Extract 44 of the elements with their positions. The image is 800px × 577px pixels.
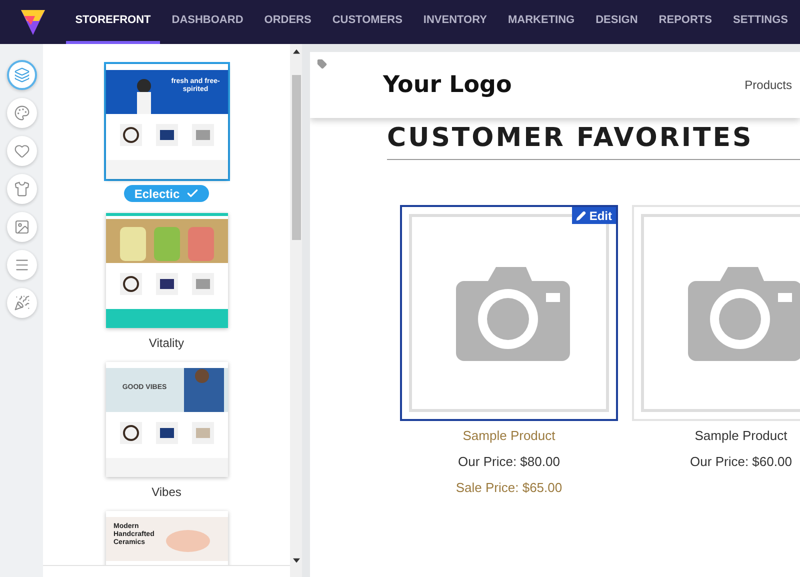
nav-tab[interactable]: REPORTS [650,0,721,44]
template-name: Vibes [152,484,182,500]
sidebar-tool-button[interactable] [6,60,36,90]
heart-icon [14,143,30,159]
nav-tab[interactable]: DESIGN [586,0,647,44]
nav-tab[interactable]: INVENTORY [414,0,496,44]
sidebar-tool-button[interactable] [6,136,36,166]
product-name: Sample Product [694,427,788,445]
nav-link[interactable]: Products [744,76,792,94]
party-popper-icon [14,295,30,311]
logo-icon [19,7,48,37]
palette-icon [14,105,30,121]
nav-tab[interactable]: ORDERS [255,0,320,44]
sidebar-tool-button[interactable] [6,174,36,204]
sidebar-tool-button[interactable] [6,212,36,242]
nav-tab[interactable]: SETTINGS [724,0,797,44]
sale-price: Sale Price: $65.00 [456,479,562,497]
scroll-up-icon[interactable] [292,49,300,54]
pencil-icon [576,210,586,220]
layers-icon [14,67,30,83]
our-price: Our Price: $60.00 [690,452,792,470]
template-name: Vitality [148,335,184,351]
tag-icon [317,59,327,69]
product-card[interactable] [632,205,800,421]
nav-tab[interactable]: CUSTOMERS [323,0,412,44]
edit-button[interactable]: Edit [572,207,616,224]
check-icon [186,187,199,200]
sidebar-tool-button[interactable] [6,288,36,318]
menu-icon [14,257,30,273]
scrollbar-thumb[interactable] [292,75,300,240]
sidebar-tool-button[interactable] [6,250,36,280]
nav-tab[interactable]: DASHBOARD [162,0,252,44]
product-card[interactable]: Edit [400,205,618,421]
scrollbar[interactable] [290,44,302,577]
shirt-icon [14,181,30,197]
nav-tab[interactable]: MARKETING [499,0,584,44]
store-logo: Your Logo [383,70,512,100]
template-name: Eclectic [124,185,209,202]
section-title: CUSTOMER FAVORITES [387,122,754,154]
our-price: Our Price: $80.00 [458,452,560,470]
scroll-down-icon[interactable] [292,558,300,563]
image-icon [14,219,30,235]
sidebar-tool-button[interactable] [6,98,36,128]
product-name: Sample Product [462,427,556,445]
